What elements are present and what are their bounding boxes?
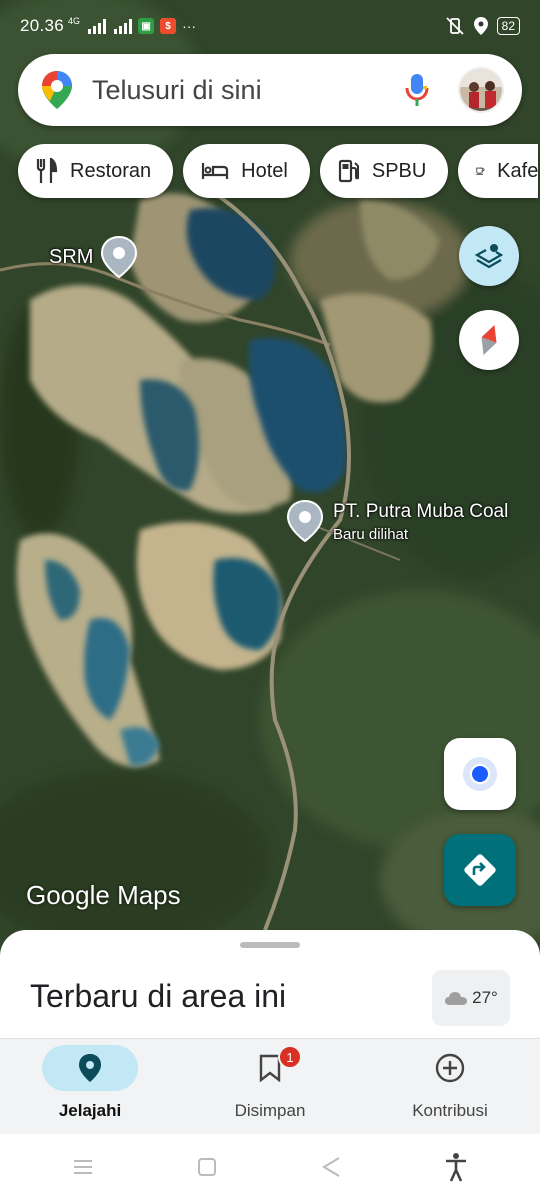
chip-gas-station[interactable]: SPBU [319, 144, 449, 198]
sheet-drag-handle[interactable] [240, 942, 300, 948]
google-maps-logo: Google Maps [26, 880, 181, 910]
nav-contribute-pill[interactable] [402, 1045, 498, 1091]
accessibility-icon[interactable] [444, 1152, 468, 1182]
saved-badge: 1 [278, 1045, 302, 1069]
avatar-photo-icon [460, 69, 502, 111]
search-bar[interactable]: Telusuri di sini [18, 54, 522, 126]
add-circle-icon [435, 1053, 465, 1083]
nav-saved[interactable]: 1 Disimpan [180, 1039, 360, 1134]
weather-chip[interactable]: 27° [432, 970, 510, 1026]
nav-contribute[interactable]: Kontribusi [360, 1039, 540, 1134]
restaurant-icon [36, 158, 58, 183]
mic-icon[interactable] [404, 73, 430, 107]
system-navigation-bar [0, 1134, 540, 1200]
profile-avatar[interactable] [458, 67, 504, 113]
chip-label: Kafe [497, 159, 539, 182]
search-input[interactable]: Telusuri di sini [92, 75, 404, 106]
chip-restaurant[interactable]: Restoran [18, 144, 174, 198]
nav-label-contribute: Kontribusi [412, 1101, 488, 1120]
recent-apps-icon[interactable] [72, 1158, 94, 1176]
back-icon[interactable] [321, 1156, 341, 1178]
explore-sheet[interactable]: Terbaru di area ini 27° [0, 930, 540, 1038]
place-label-srm[interactable]: SRM [49, 246, 93, 269]
chip-cafe[interactable]: Kafe [458, 144, 539, 198]
compass-icon [481, 324, 497, 356]
coal-company-pin-icon[interactable] [287, 500, 323, 542]
nav-explore-pill[interactable] [42, 1045, 138, 1091]
google-maps-pin-icon [42, 71, 72, 109]
directions-button[interactable] [444, 834, 516, 906]
shop-notification-icon: $ [160, 18, 177, 34]
bottom-navigation: Jelajahi 1 Disimpan Kontribusi [0, 1038, 540, 1134]
chip-hotel[interactable]: Hotel [183, 144, 310, 198]
location-icon [473, 17, 488, 35]
nav-label-saved: Disimpan [234, 1101, 306, 1120]
layers-icon [475, 244, 503, 269]
my-location-button[interactable] [444, 738, 516, 810]
my-location-icon [463, 757, 497, 791]
nav-saved-pill[interactable] [222, 1045, 318, 1091]
vibrate-off-icon [446, 17, 464, 35]
home-icon[interactable] [197, 1157, 217, 1177]
battery-indicator: 82 [496, 17, 520, 35]
chip-label: Hotel [241, 159, 288, 182]
gas-station-icon [338, 159, 359, 183]
srm-pin-icon[interactable] [101, 236, 137, 278]
status-time: 20.36 [20, 16, 65, 35]
explore-pin-icon [79, 1054, 101, 1082]
status-bar: 20.36 4G ▣ $ ··· 82 [0, 0, 540, 52]
chip-label: SPBU [371, 159, 427, 182]
category-chips: Restoran Hotel SPBU Kafe [18, 144, 539, 198]
nav-explore[interactable]: Jelajahi [0, 1039, 180, 1134]
chip-label: Restoran [70, 159, 152, 182]
place-label-putra-muba-coal[interactable]: PT. Putra Muba Coal [333, 501, 508, 523]
sheet-title: Terbaru di area ini [30, 978, 287, 1014]
nav-label-explore: Jelajahi [58, 1101, 122, 1120]
cloud-icon [445, 992, 468, 1005]
hotel-icon [202, 163, 229, 179]
layers-button[interactable] [459, 226, 519, 286]
compass-button[interactable] [459, 310, 519, 370]
cafe-icon [476, 167, 485, 175]
app-notification-icon: ▣ [138, 18, 155, 34]
directions-icon [464, 854, 496, 886]
more-notifications-icon: ··· [182, 18, 197, 34]
network-type: 4G [68, 16, 81, 26]
weather-temperature: 27° [472, 988, 498, 1007]
signal-icon [88, 18, 107, 34]
place-subtitle-recently-viewed: Baru dilihat [333, 526, 409, 543]
signal-2-icon [114, 18, 133, 34]
